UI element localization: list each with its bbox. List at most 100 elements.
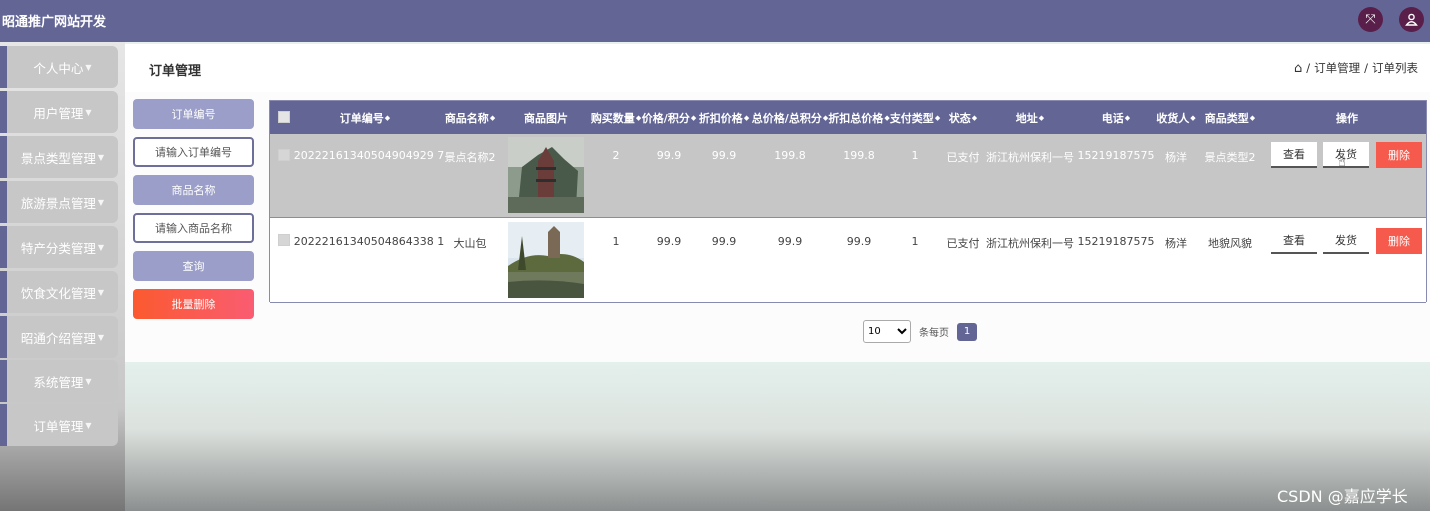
sidebar-item-label: 旅游景点管理 (20, 195, 96, 211)
sort-icon: ◆ (743, 113, 750, 122)
sidebar-item-scenic-spots[interactable]: 旅游景点管理 ▼ (0, 181, 118, 223)
home-icon[interactable]: ⌂ (1294, 61, 1302, 76)
col-header-status[interactable]: 状态 ◆ (946, 101, 980, 134)
price-cell: 99.9 (656, 235, 682, 248)
col-header-price[interactable]: 价格/积分 ◆ (642, 101, 697, 134)
product-name-cell: 大山包 (453, 237, 487, 250)
col-header-address[interactable]: 地址 ◆ (990, 101, 1070, 134)
caret-down-icon: ▼ (85, 62, 92, 72)
caret-down-icon: ▼ (97, 197, 105, 207)
sort-icon: ◆ (635, 113, 642, 122)
sidebar-item-users[interactable]: 用户管理 ▼ (0, 91, 118, 133)
caret-down-icon: ▼ (85, 107, 92, 117)
sidebar-item-label: 系统管理 (33, 374, 84, 390)
page-title: 订单管理 (149, 64, 202, 79)
order-no-cell: 20222161340504864338 1 (293, 235, 445, 248)
row-checkbox[interactable] (278, 234, 290, 246)
sidebar-item-label: 个人中心 (33, 60, 84, 76)
sidebar-item-orders[interactable]: 订单管理 ▼ (0, 404, 118, 446)
view-button[interactable]: 查看 (1271, 142, 1317, 168)
main-content: 订单编号 商品名称 查询 批量删除 订单编号◆ 商品名称◆ 商品图片 购买数量◆… (125, 92, 1430, 362)
view-button[interactable]: 查看 (1271, 228, 1317, 254)
pay-type-cell: 1 (911, 149, 919, 162)
col-header-product-name[interactable]: 商品名称 ◆ (445, 101, 495, 134)
row-checkbox[interactable] (278, 149, 290, 161)
sidebar-item-system[interactable]: 系统管理 ▼ (0, 360, 118, 402)
product-name-input[interactable] (133, 213, 254, 243)
col-header-discount-total[interactable]: 折扣总价格 ◆ (828, 101, 889, 134)
col-header-order-no[interactable]: 订单编号 ◆ (300, 101, 430, 134)
total-cell: 199.8 (774, 149, 806, 162)
top-bar: 昭通推广网站开发 ⤧ (0, 0, 1430, 42)
ship-button[interactable]: 发货 (1323, 142, 1369, 168)
query-button[interactable]: 查询 (133, 251, 254, 281)
discount-price-cell: 99.9 (711, 235, 737, 248)
caret-down-icon: ▼ (97, 152, 105, 162)
col-header-discount-price[interactable]: 折扣价格 ◆ (699, 101, 749, 134)
sidebar-item-specialty-categories[interactable]: 特产分类管理 ▼ (0, 226, 118, 268)
sidebar: 个人中心 ▼ 用户管理 ▼ 景点类型管理 ▼ 旅游景点管理 ▼ 特产分类管理 ▼ 饮食文化… (0, 42, 125, 511)
page-number-button[interactable]: 1 (957, 322, 977, 341)
select-all-checkbox[interactable] (278, 111, 290, 123)
user-icon[interactable] (1399, 7, 1424, 32)
sort-icon: ◆ (934, 113, 941, 122)
background-area (125, 362, 1430, 511)
col-header-total[interactable]: 总价格/总积分 ◆ (752, 101, 828, 134)
sidebar-item-label: 订单管理 (33, 418, 84, 434)
sort-icon: ◆ (971, 113, 978, 122)
product-name-cell: 景点名称2 (444, 151, 496, 164)
sidebar-item-zhaotong-intro[interactable]: 昭通介绍管理 ▼ (0, 316, 118, 358)
sort-icon: ◆ (384, 113, 391, 122)
discount-price-cell: 99.9 (711, 149, 737, 162)
status-cell: 已支付 (946, 151, 980, 164)
table-header: 订单编号 ◆ 商品名称 ◆ 商品图片 购买数量 ◆ 价格/积分 ◆ 折扣价格 ◆ 总价格/… (270, 101, 1426, 134)
sort-icon: ◆ (1038, 113, 1045, 122)
breadcrumb-item[interactable]: 订单管理 (1314, 60, 1360, 76)
quantity-cell: 2 (612, 149, 620, 162)
breadcrumb-separator: / (1306, 61, 1311, 75)
col-header-quantity[interactable]: 购买数量 ◆ (591, 101, 641, 134)
sidebar-item-label: 景点类型管理 (20, 150, 96, 166)
col-header-receiver[interactable]: 收货人 ◆ (1156, 101, 1196, 134)
sidebar-item-label: 饮食文化管理 (20, 285, 96, 301)
col-header-product-type[interactable]: 商品类型 ◆ (1202, 101, 1258, 134)
pay-type-cell: 1 (911, 235, 919, 248)
table-row[interactable]: 20222161340504904929 7 景点名称2 2 99.9 99.9… (270, 134, 1426, 218)
sort-icon: ◆ (1249, 113, 1256, 122)
sidebar-item-personal-center[interactable]: 个人中心 ▼ (0, 46, 118, 88)
sidebar-item-food-culture[interactable]: 饮食文化管理 ▼ (0, 271, 118, 313)
sidebar-item-scenic-types[interactable]: 景点类型管理 ▼ (0, 136, 118, 178)
discount-total-cell: 199.8 (843, 149, 875, 162)
caret-down-icon: ▼ (85, 376, 92, 386)
caret-down-icon: ▼ (97, 332, 105, 342)
receiver-cell: 杨洋 (1165, 237, 1187, 250)
price-cell: 99.9 (656, 149, 682, 162)
product-name-label: 商品名称 (133, 175, 254, 205)
per-page-label: 条每页 (919, 328, 949, 339)
expand-icon[interactable]: ⤧ (1358, 7, 1383, 32)
delete-button[interactable]: 删除 (1376, 142, 1422, 168)
order-no-input[interactable] (133, 137, 254, 167)
watermark: CSDN @嘉应学长 (1277, 487, 1408, 506)
sort-icon: ◆ (690, 113, 697, 122)
table-row[interactable]: 20222161340504864338 1 大山包 1 99.9 99.9 9… (270, 219, 1426, 303)
breadcrumb: ⌂ / 订单管理 / 订单列表 (1294, 60, 1418, 76)
product-image[interactable] (508, 137, 584, 213)
quantity-cell: 1 (612, 235, 620, 248)
receiver-cell: 杨洋 (1165, 151, 1187, 164)
batch-delete-button[interactable]: 批量删除 (133, 289, 254, 319)
sort-icon: ◆ (1190, 113, 1196, 122)
page-size-select[interactable]: 10 (863, 320, 911, 343)
mouse-cursor-icon: ☝ (1338, 155, 1346, 170)
product-image[interactable] (508, 222, 584, 298)
page-header: 订单管理 ⌂ / 订单管理 / 订单列表 (125, 44, 1430, 92)
delete-button[interactable]: 删除 (1376, 228, 1422, 254)
orders-table: 订单编号 ◆ 商品名称 ◆ 商品图片 购买数量 ◆ 价格/积分 ◆ 折扣价格 ◆ 总价格/… (269, 100, 1427, 303)
product-type-cell: 地貌风貌 (1208, 237, 1252, 250)
address-cell: 浙江杭州保利一号 (986, 237, 1074, 250)
col-header-pay-type[interactable]: 支付类型 ◆ (890, 101, 940, 134)
address-cell: 浙江杭州保利一号 (986, 151, 1074, 164)
order-no-cell: 20222161340504904929 7 (293, 149, 445, 162)
ship-button[interactable]: 发货 (1323, 228, 1369, 254)
col-header-phone[interactable]: 电话 ◆ (1082, 101, 1150, 134)
